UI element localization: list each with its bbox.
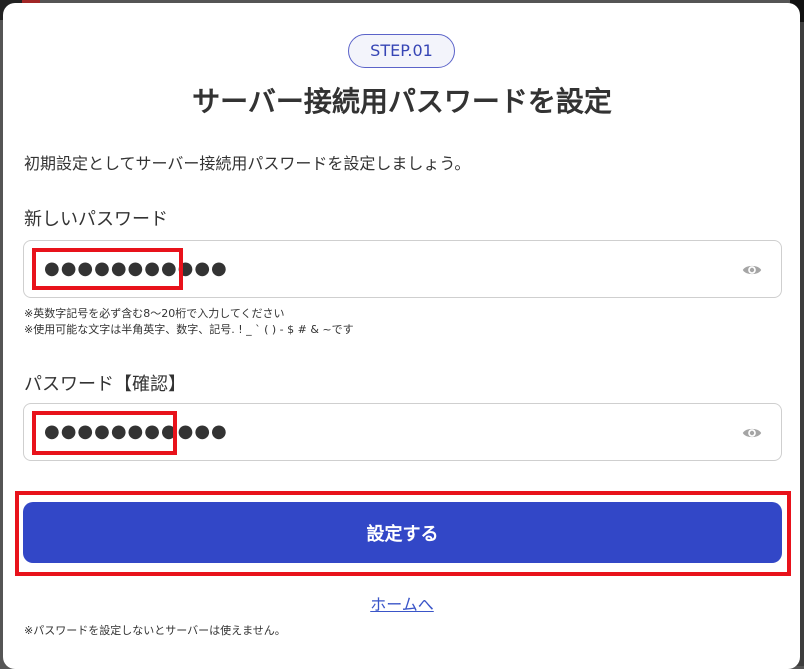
intro-text: 初期設定としてサーバー接続用パスワードを設定しましょう。 — [24, 154, 471, 173]
eye-icon[interactable] — [741, 422, 763, 444]
page-title: サーバー接続用パスワードを設定 — [192, 85, 612, 118]
new-password-input[interactable]: ●●●●●●●●●●● — [23, 240, 782, 298]
confirm-password-input[interactable]: ●●●●●●●●●●● — [23, 403, 782, 461]
confirm-password-value: ●●●●●●●●●●● — [44, 421, 228, 442]
password-rule-note: ※英数字記号を必ず含む8～20桁で入力してください — [24, 307, 285, 320]
new-password-label: 新しいパスワード — [24, 209, 168, 230]
submit-button[interactable]: 設定する — [23, 502, 782, 563]
eye-icon[interactable] — [741, 259, 763, 281]
home-link[interactable]: ホームへ — [0, 593, 804, 617]
password-chars-note: ※使用可能な文字は半角英字、数字、記号. ! _ ` ( ) - $ # & ~… — [24, 323, 354, 336]
new-password-value: ●●●●●●●●●●● — [44, 258, 228, 279]
confirm-password-label: パスワード【確認】 — [24, 374, 186, 395]
step-badge: STEP.01 — [348, 34, 455, 68]
footer-note: ※パスワードを設定しないとサーバーは使えません。 — [24, 624, 286, 637]
